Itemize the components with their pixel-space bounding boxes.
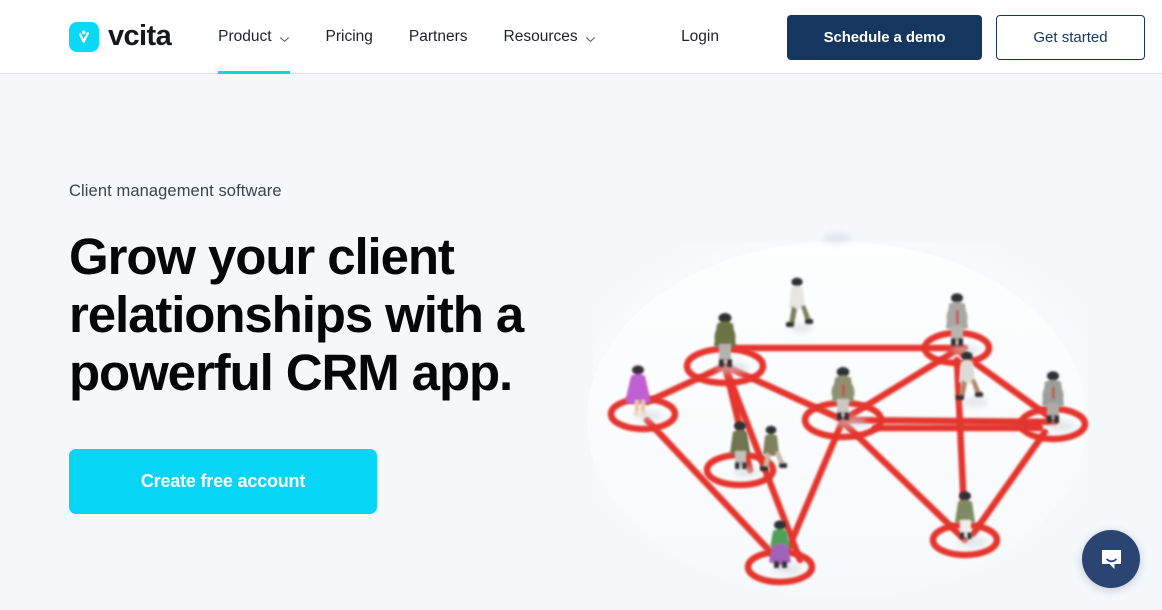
header-actions: Login Schedule a demo Get started xyxy=(681,0,1145,74)
site-header: vcita Product Pricing Partners Resources xyxy=(0,0,1162,74)
hero-eyebrow: Client management software xyxy=(69,182,282,200)
create-free-account-button[interactable]: Create free account xyxy=(69,449,377,514)
photo-content xyxy=(587,233,1089,598)
nav-item-pricing[interactable]: Pricing xyxy=(326,0,373,74)
login-link[interactable]: Login xyxy=(681,28,719,46)
hero-section: Client management software Grow your cli… xyxy=(0,74,1162,610)
headline-line: Grow your client xyxy=(69,228,455,285)
nav-item-partners[interactable]: Partners xyxy=(409,0,468,74)
nav-item-label: Partners xyxy=(408,27,468,45)
nav-item-label: Pricing xyxy=(325,27,373,45)
vcita-check-person-icon xyxy=(69,21,99,52)
nav-item-resources[interactable]: Resources xyxy=(504,0,596,74)
hero-headline: Grow your client relationships with a po… xyxy=(69,228,569,402)
main-nav: Product Pricing Partners Resources xyxy=(218,0,632,74)
logo[interactable]: vcita xyxy=(69,20,172,52)
nav-item-product[interactable]: Product xyxy=(218,0,290,74)
chevron-down-icon xyxy=(279,32,290,43)
chat-bubble-smile-icon xyxy=(1101,549,1121,569)
nav-item-label: Product xyxy=(218,27,272,45)
hero-copy: Client management software Grow your cli… xyxy=(69,182,569,514)
chevron-down-icon xyxy=(585,32,596,43)
figurine-network-photo xyxy=(575,170,1100,610)
get-started-button[interactable]: Get started xyxy=(996,14,1145,60)
headline-line: relationships with a xyxy=(69,286,524,343)
schedule-demo-button[interactable]: Schedule a demo xyxy=(787,14,982,60)
chat-widget-button[interactable] xyxy=(1082,530,1140,588)
nav-item-label: Resources xyxy=(503,27,578,45)
logo-text: vcita xyxy=(108,20,172,52)
page-root: vcita Product Pricing Partners Resources xyxy=(0,0,1162,610)
headline-line: powerful CRM app. xyxy=(69,344,513,401)
